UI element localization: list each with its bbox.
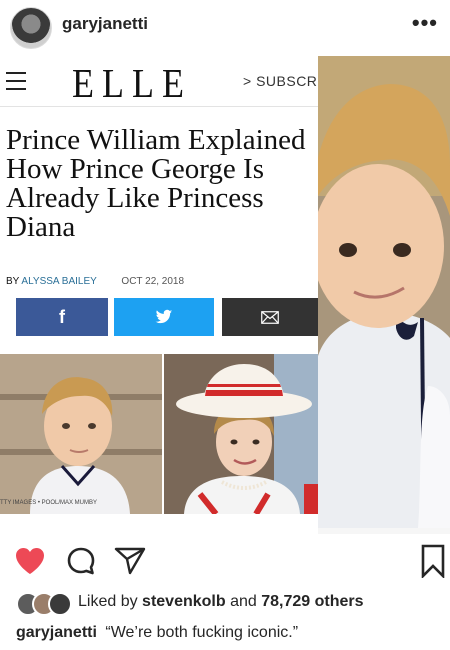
zoomed-george-illustration	[318, 56, 450, 528]
twitter-share-button	[114, 298, 214, 336]
envelope-icon	[261, 310, 279, 324]
caption-text: “We’re both fucking iconic.”	[105, 624, 299, 641]
send-icon[interactable]	[114, 546, 146, 576]
elle-nav-bar: ELLE > SUBSCRIBE	[0, 56, 341, 107]
post-action-bar	[0, 540, 450, 584]
email-share-button	[222, 298, 318, 336]
likes-user[interactable]: stevenkolb	[142, 593, 226, 610]
liker-avatar	[48, 592, 72, 616]
zoomed-george-photo	[318, 56, 450, 528]
post-caption: garyjanetti “We’re both fucking iconic.”	[16, 624, 298, 642]
bookmark-icon[interactable]	[420, 544, 446, 578]
likes-middle: and	[230, 593, 257, 610]
princess-diana-photo	[164, 354, 318, 514]
liker-avatars[interactable]	[16, 590, 76, 616]
hamburger-menu-icon	[6, 72, 26, 90]
caption-username[interactable]: garyjanetti	[16, 624, 97, 641]
prince-george-photo: TTY IMAGES • POOL/MAX MUMBY	[0, 354, 162, 514]
heart-filled-icon[interactable]	[14, 546, 46, 576]
article-byline: BY ALYSSA BAILEY OCT 22, 2018	[6, 276, 184, 287]
twitter-bird-icon	[155, 309, 173, 324]
facebook-label: f	[59, 306, 65, 327]
more-horizontal-icon[interactable]: •••	[412, 10, 438, 36]
post-header: garyjanetti •••	[0, 0, 450, 52]
likes-prefix: Liked by	[78, 593, 138, 610]
photo-credit: TTY IMAGES • POOL/MAX MUMBY	[0, 500, 98, 506]
article-photos: TTY IMAGES • POOL/MAX MUMBY	[0, 354, 318, 514]
share-buttons: f	[16, 298, 318, 336]
byline-prefix: BY	[6, 276, 20, 287]
elle-logo: ELLE	[72, 60, 192, 106]
likes-text[interactable]: Liked by stevenkolb and 78,729 others	[78, 593, 364, 611]
article-screenshot: ELLE > SUBSCRIBE Prince William Explaine…	[0, 56, 341, 534]
byline-author: ALYSSA BAILEY	[21, 276, 97, 287]
byline-date: OCT 22, 2018	[121, 276, 185, 287]
george-illustration	[0, 354, 162, 514]
likes-row[interactable]: Liked by stevenkolb and 78,729 others	[16, 590, 446, 616]
avatar[interactable]	[10, 7, 52, 49]
diana-illustration	[164, 354, 318, 514]
post-username[interactable]: garyjanetti	[62, 14, 148, 34]
comment-icon[interactable]	[66, 546, 96, 576]
article-headline: Prince William Explained How Prince Geor…	[6, 124, 306, 243]
facebook-share-button: f	[16, 298, 108, 336]
post-image[interactable]: ELLE > SUBSCRIBE Prince William Explaine…	[0, 56, 450, 534]
likes-count[interactable]: 78,729 others	[261, 593, 363, 610]
